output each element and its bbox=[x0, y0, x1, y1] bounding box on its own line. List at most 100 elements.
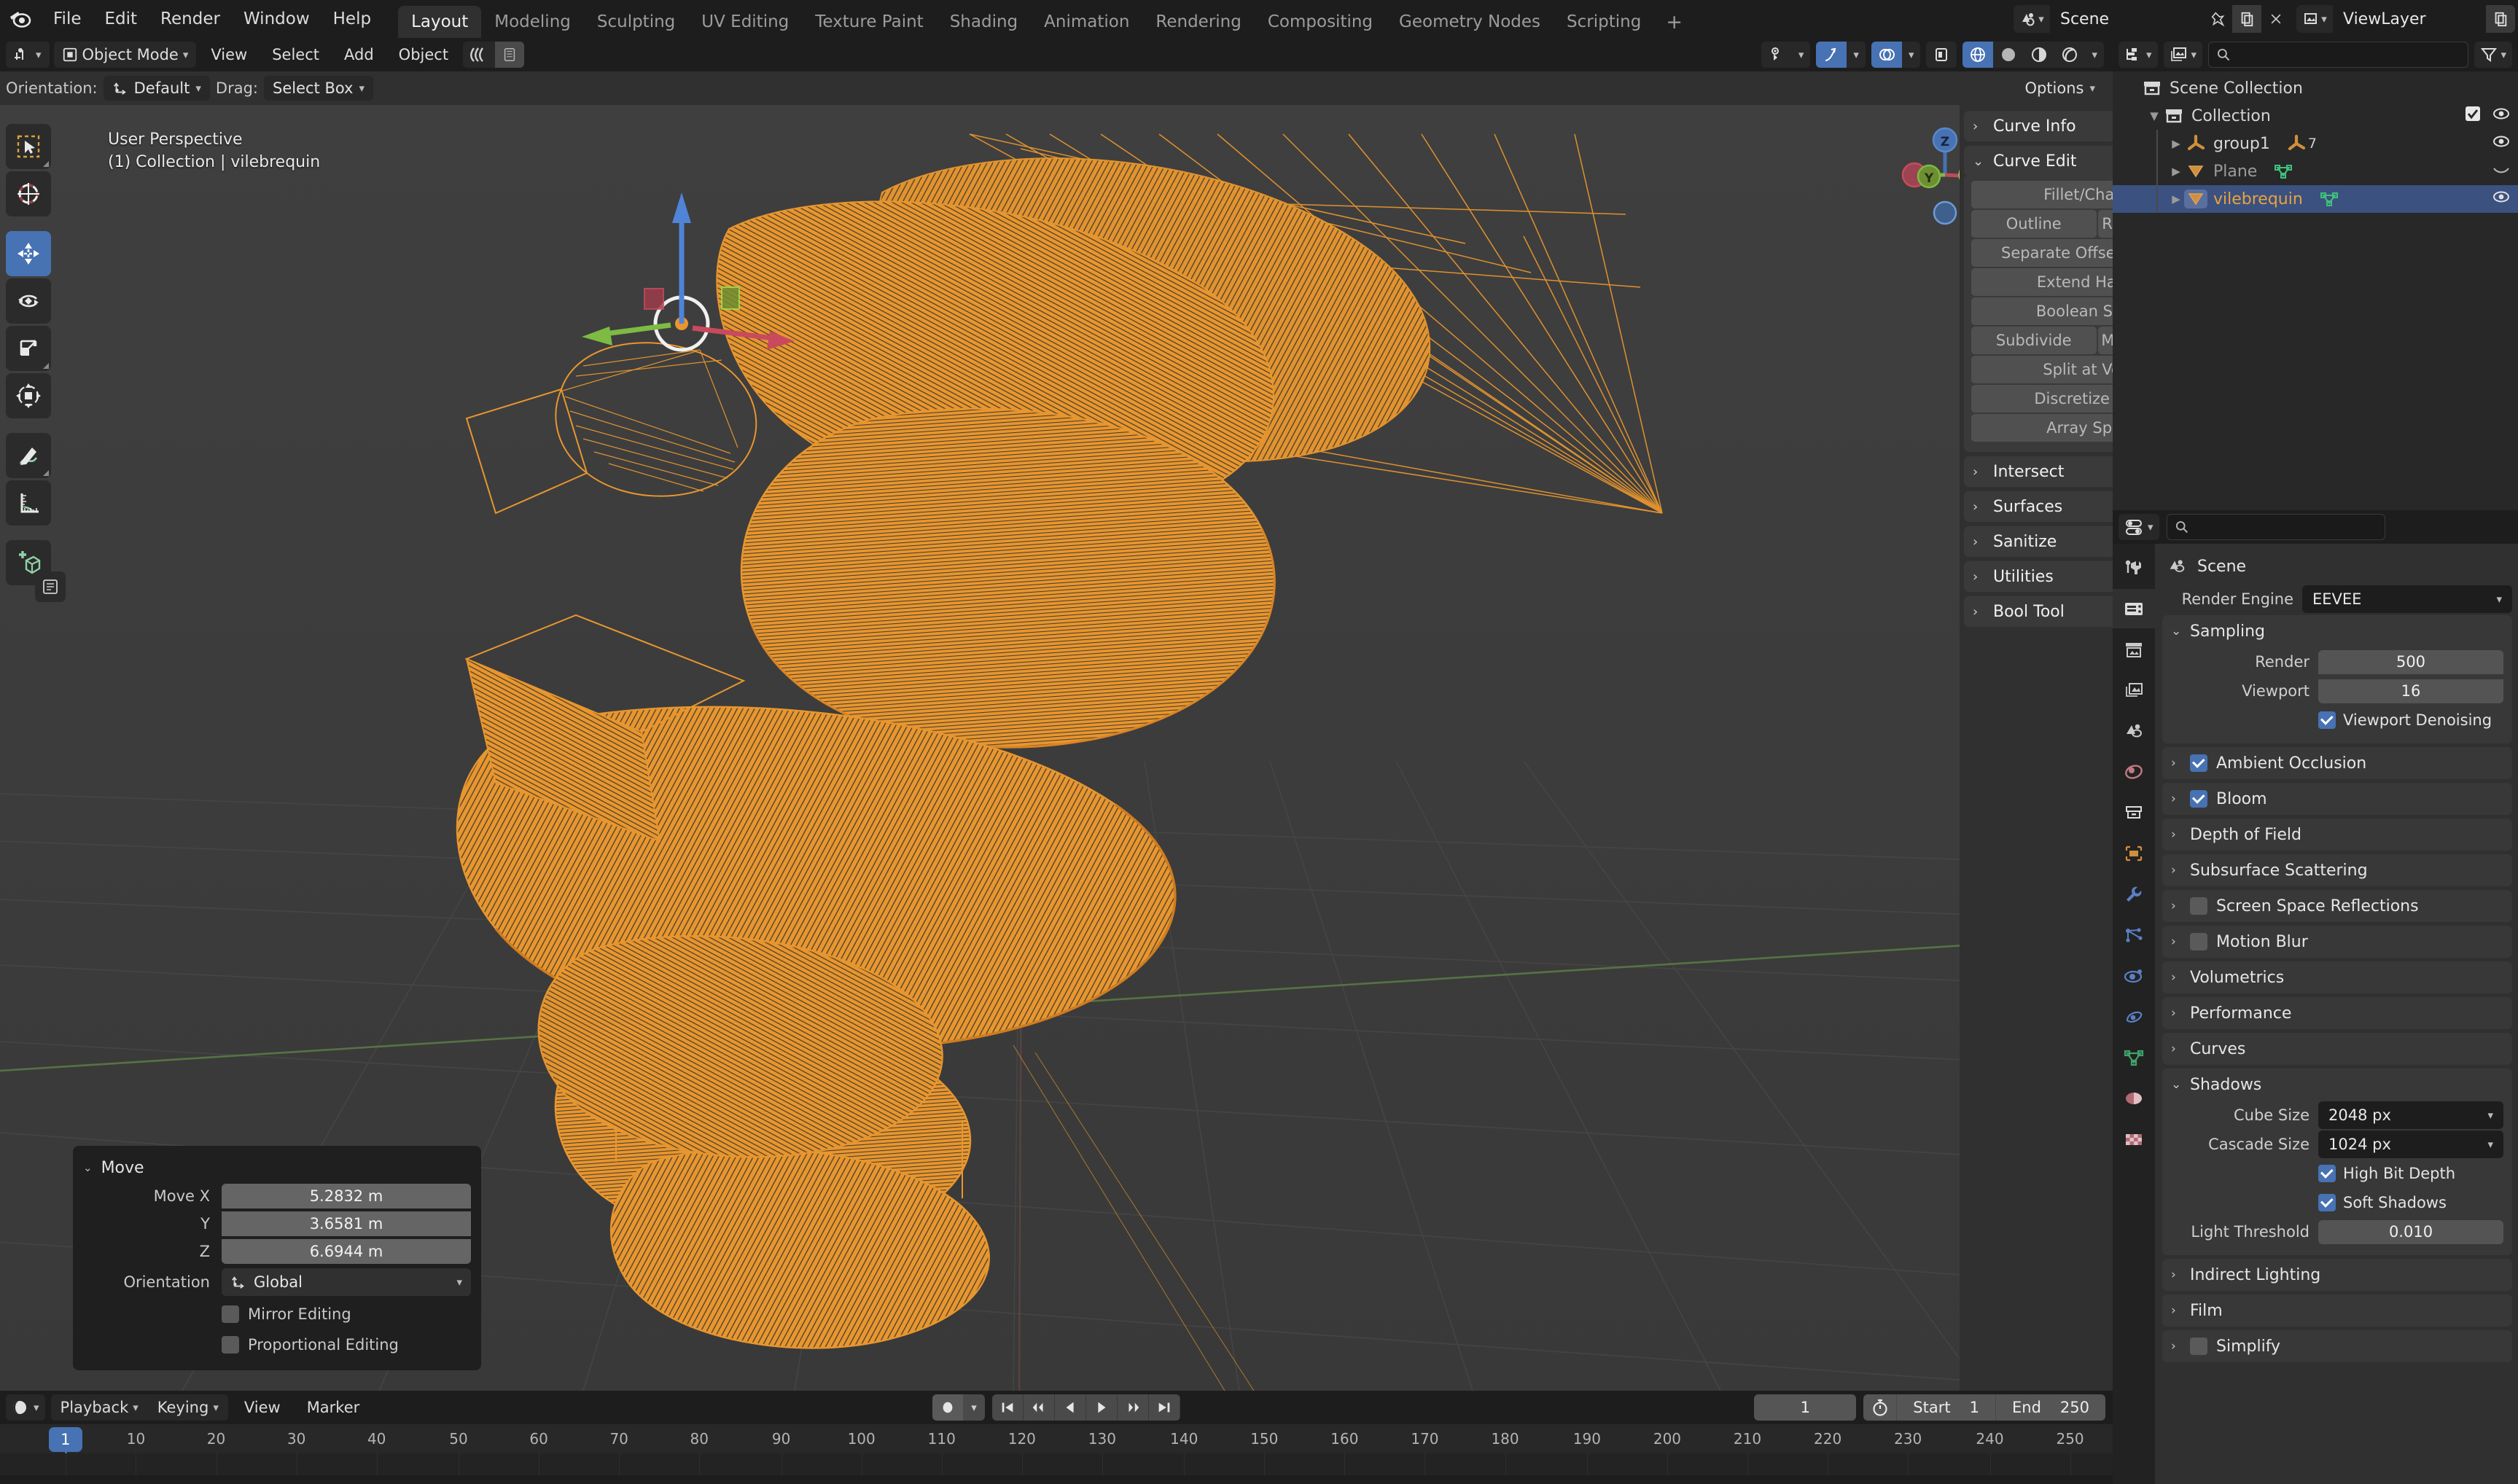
outliner-row-vilebrequin[interactable]: ▶ vilebrequin bbox=[2113, 185, 2518, 213]
outliner-search-input[interactable] bbox=[2208, 42, 2469, 68]
properties-tab-object-data[interactable] bbox=[2113, 1038, 2155, 1077]
blender-logo-icon[interactable] bbox=[7, 7, 32, 31]
viewport-menu-add[interactable]: Add bbox=[334, 42, 384, 68]
record-icon[interactable] bbox=[932, 1394, 963, 1421]
auto-keying-chevron-down-icon[interactable]: ▾ bbox=[963, 1394, 985, 1421]
toggle-toolbar-options-button[interactable] bbox=[35, 571, 66, 602]
properties-section-header[interactable]: › Subsurface Scattering bbox=[2171, 854, 2503, 886]
properties-section-header[interactable]: › Bloom bbox=[2171, 783, 2503, 815]
operator-orientation-dropdown[interactable]: Global ▾ bbox=[222, 1268, 471, 1296]
properties-editor-type-button[interactable]: ▾ bbox=[2119, 514, 2159, 540]
visibility-eye-icon[interactable] bbox=[2492, 160, 2511, 183]
mesh-data-icon[interactable] bbox=[2273, 162, 2293, 181]
timeline-menu-playback[interactable]: Playback ▾ bbox=[51, 1394, 148, 1421]
xray-group[interactable] bbox=[1926, 42, 1957, 68]
use-preview-range-icon[interactable] bbox=[1863, 1394, 1898, 1421]
timeline-editor-type-button[interactable]: ▾ bbox=[6, 1394, 45, 1421]
properties-section-checkbox[interactable] bbox=[2190, 754, 2207, 772]
viewlayer-name[interactable]: ViewLayer bbox=[2333, 5, 2486, 33]
property-checkbox[interactable] bbox=[2318, 1194, 2336, 1211]
properties-search-field[interactable] bbox=[2194, 518, 2377, 536]
property-checkbox-row[interactable]: Soft Shadows bbox=[2318, 1188, 2447, 1217]
auto-keying-toggle[interactable]: ▾ bbox=[932, 1394, 985, 1421]
properties-section-header[interactable]: › Curves bbox=[2171, 1033, 2503, 1065]
play-reverse-button[interactable] bbox=[1055, 1394, 1086, 1421]
visibility-selector[interactable]: ▾ bbox=[1761, 42, 1811, 68]
properties-section-header[interactable]: › Film bbox=[2171, 1294, 2503, 1327]
object-mode-selector[interactable]: Object Mode ▾ bbox=[53, 42, 197, 68]
operator-panel-header[interactable]: ⌄ Move bbox=[83, 1153, 471, 1182]
disclosure-right-icon[interactable]: ▶ bbox=[2168, 137, 2184, 150]
workspace-tab-uv-editing[interactable]: UV Editing bbox=[688, 6, 802, 38]
properties-tab-constraints[interactable] bbox=[2113, 997, 2155, 1036]
outliner-row-scene-collection[interactable]: Scene Collection bbox=[2113, 74, 2518, 102]
properties-tab-output[interactable] bbox=[2113, 630, 2155, 669]
start-frame-field[interactable]: Start 1 bbox=[1897, 1394, 1996, 1421]
move-y-value[interactable]: 3.6581 m bbox=[222, 1211, 471, 1236]
menu-render[interactable]: Render bbox=[149, 4, 231, 34]
property-number-field[interactable]: 16 bbox=[2318, 679, 2503, 703]
workspace-tab-modeling[interactable]: Modeling bbox=[481, 6, 584, 38]
scale-tool-button[interactable] bbox=[6, 326, 51, 371]
xray-toggle-icon[interactable] bbox=[495, 42, 525, 68]
properties-tab-material[interactable] bbox=[2113, 1079, 2155, 1118]
timeline-editor[interactable]: ▾ Playback ▾ Keying ▾ View Marker ▾ 1 St… bbox=[0, 1391, 2113, 1484]
play-button[interactable] bbox=[1086, 1394, 1118, 1421]
viewport-menu-view[interactable]: View bbox=[200, 42, 257, 68]
properties-tab-view-layer[interactable] bbox=[2113, 671, 2155, 710]
scene-selector[interactable]: ▾ Scene bbox=[2014, 5, 2291, 33]
overlays-icon[interactable] bbox=[1871, 42, 1902, 68]
workspace-tab-compositing[interactable]: Compositing bbox=[1255, 6, 1386, 38]
gizmo-toggle-group[interactable]: ▾ bbox=[1816, 42, 1866, 68]
outliner-filter-button[interactable]: ▾ bbox=[2474, 42, 2512, 68]
workspace-tab-rendering[interactable]: Rendering bbox=[1142, 6, 1254, 38]
viewport-menu-object[interactable]: Object bbox=[389, 42, 459, 68]
properties-tab-object[interactable] bbox=[2113, 834, 2155, 873]
cursor-tool-button[interactable] bbox=[6, 171, 51, 216]
outliner-filter-viewlayer-button[interactable]: ▾ bbox=[2163, 42, 2203, 68]
properties-editor[interactable]: ▾ Scene Render Engine EEVEE ▾ ⌄ Sampling… bbox=[2113, 510, 2518, 1484]
orientation-dropdown[interactable]: Default ▾ bbox=[103, 76, 210, 101]
properties-tab-world[interactable] bbox=[2113, 752, 2155, 792]
properties-section-header[interactable]: › Motion Blur bbox=[2171, 926, 2503, 958]
scene-name[interactable]: Scene bbox=[2050, 5, 2203, 33]
properties-tab-scene[interactable] bbox=[2113, 711, 2155, 751]
property-checkbox-row[interactable]: High Bit Depth bbox=[2318, 1159, 2455, 1188]
property-dropdown[interactable]: 2048 px ▾ bbox=[2318, 1101, 2503, 1129]
workspace-tab-sculpting[interactable]: Sculpting bbox=[584, 6, 688, 38]
jump-to-start-button[interactable] bbox=[992, 1394, 1024, 1421]
properties-tab-collection[interactable] bbox=[2113, 793, 2155, 832]
properties-tab-modifiers[interactable] bbox=[2113, 875, 2155, 914]
gizmo-chevron-down-icon[interactable]: ▾ bbox=[1847, 42, 1866, 68]
outliner[interactable]: ▾ ▾ ▾ Scene Collection ▼ Collection ▶ group1… bbox=[2113, 38, 2518, 510]
menu-window[interactable]: Window bbox=[233, 4, 321, 34]
delete-scene-icon[interactable] bbox=[2261, 5, 2291, 33]
shading-rendered-icon[interactable] bbox=[2054, 42, 2085, 68]
previous-keyframe-button[interactable] bbox=[1024, 1394, 1055, 1421]
shading-solid-icon[interactable] bbox=[1993, 42, 2024, 68]
rotate-tool-button[interactable] bbox=[6, 278, 51, 324]
current-frame-field[interactable]: 1 bbox=[1754, 1394, 1857, 1421]
property-checkbox[interactable] bbox=[2318, 711, 2336, 729]
outliner-exclude-checkbox[interactable] bbox=[2464, 105, 2482, 127]
shading-wireframe-icon[interactable] bbox=[1962, 42, 1994, 68]
properties-section-header[interactable]: › Depth of Field bbox=[2171, 819, 2503, 851]
workspace-tab-texture-paint[interactable]: Texture Paint bbox=[802, 6, 936, 38]
curve-op-button[interactable]: Outline bbox=[1971, 210, 2097, 238]
transform-tool-button[interactable] bbox=[6, 373, 51, 418]
workspace-tab-animation[interactable]: Animation bbox=[1031, 6, 1142, 38]
measure-tool-button[interactable] bbox=[6, 480, 51, 526]
viewlayer-selector[interactable]: ▾ ViewLayer bbox=[2296, 5, 2515, 33]
properties-section-header[interactable]: › Screen Space Reflections bbox=[2171, 890, 2503, 922]
mirror-editing-row[interactable]: Mirror Editing bbox=[83, 1299, 471, 1329]
move-tool-button[interactable] bbox=[6, 231, 51, 276]
new-viewlayer-icon[interactable] bbox=[2486, 5, 2515, 33]
outliner-row-group1[interactable]: ▶ group1 7 bbox=[2113, 130, 2518, 157]
properties-section-header[interactable]: › Indirect Lighting bbox=[2171, 1259, 2503, 1291]
workspace-tab-layout[interactable]: Layout bbox=[398, 6, 482, 38]
properties-section-checkbox[interactable] bbox=[2190, 933, 2207, 950]
property-number-field[interactable]: 0.010 bbox=[2318, 1219, 2503, 1244]
properties-section-checkbox[interactable] bbox=[2190, 790, 2207, 808]
properties-section-header[interactable]: › Volumetrics bbox=[2171, 961, 2503, 993]
curve-op-button[interactable]: Subdivide bbox=[1971, 327, 2097, 354]
